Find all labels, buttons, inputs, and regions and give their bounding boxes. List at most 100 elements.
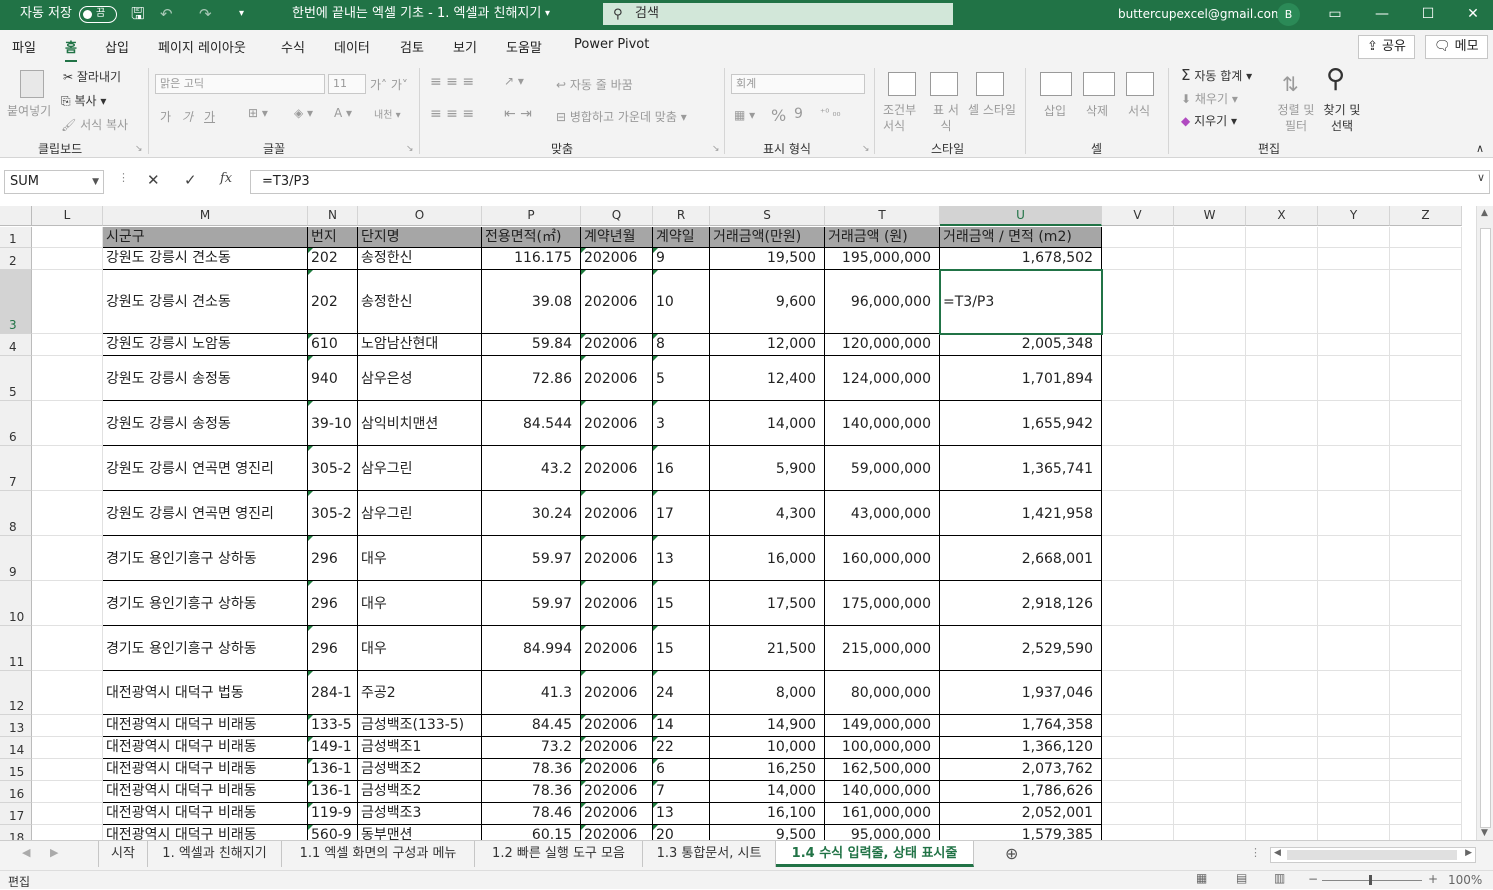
align-top-icon[interactable]: ≡ ≡ ≡ bbox=[430, 74, 474, 90]
row-header[interactable]: 15 bbox=[0, 759, 32, 781]
grid-cell[interactable] bbox=[1390, 356, 1462, 401]
grid-cell[interactable] bbox=[1318, 781, 1390, 803]
table-cell[interactable]: 17 bbox=[653, 491, 710, 536]
name-box-dropdown-icon[interactable]: ▼ bbox=[92, 171, 99, 193]
indent-icon[interactable]: ⇤ ⇥ bbox=[504, 106, 532, 122]
row-header[interactable]: 7 bbox=[0, 446, 32, 491]
table-header-cell[interactable]: 계약년월 bbox=[581, 227, 653, 248]
fill-color-icon[interactable]: ◈ ▾ bbox=[294, 106, 313, 120]
grid-cell[interactable] bbox=[1246, 248, 1318, 270]
row-header[interactable]: 17 bbox=[0, 803, 32, 825]
grid-cell[interactable] bbox=[1318, 248, 1390, 270]
grid-cell[interactable] bbox=[1318, 626, 1390, 671]
format-cells-button[interactable]: 서식 bbox=[1128, 102, 1150, 119]
row-header[interactable]: 18 bbox=[0, 825, 32, 840]
table-cell[interactable]: 금성백조3 bbox=[358, 803, 482, 825]
name-box[interactable]: SUM ▼ bbox=[4, 170, 104, 194]
table-cell[interactable]: 149-1 bbox=[308, 737, 358, 759]
table-cell[interactable]: 39.08 bbox=[482, 270, 581, 334]
row-header[interactable]: 5 bbox=[0, 356, 32, 401]
grid-cell[interactable] bbox=[1318, 334, 1390, 356]
table-cell[interactable]: 대전광역시 대덕구 법동 bbox=[103, 671, 308, 715]
grid-cell[interactable] bbox=[1174, 781, 1246, 803]
table-cell[interactable]: 43.2 bbox=[482, 446, 581, 491]
table-cell[interactable]: 9 bbox=[653, 248, 710, 270]
zoom-in-icon[interactable]: + bbox=[1428, 872, 1438, 886]
sheet-tab-1-4[interactable]: 1.4 수식 입력줄, 상태 표시줄 bbox=[776, 841, 974, 867]
menu-page-layout[interactable]: 페이지 레이아웃 bbox=[158, 37, 246, 56]
grid-cell[interactable] bbox=[1318, 825, 1390, 840]
column-header-m[interactable]: M bbox=[103, 206, 308, 226]
paste-icon[interactable] bbox=[20, 70, 44, 98]
table-cell[interactable]: 202006 bbox=[581, 248, 653, 270]
font-color-icon[interactable]: A ▾ bbox=[334, 106, 352, 120]
number-format-box[interactable]: 회계 bbox=[731, 74, 865, 94]
grid-cell[interactable] bbox=[1102, 270, 1174, 334]
find-select-button[interactable]: 찾기 및 선택 bbox=[1320, 102, 1364, 134]
table-cell[interactable]: 84.544 bbox=[482, 401, 581, 446]
grid-cell[interactable] bbox=[1390, 248, 1462, 270]
font-size-box[interactable]: 11 bbox=[328, 74, 366, 94]
grid-cell[interactable] bbox=[32, 759, 103, 781]
table-cell[interactable]: 노암남산현대 bbox=[358, 334, 482, 356]
grid-cell[interactable] bbox=[32, 227, 103, 248]
row-header[interactable]: 4 bbox=[0, 334, 32, 356]
row-header[interactable]: 9 bbox=[0, 536, 32, 581]
table-cell[interactable]: 대전광역시 대덕구 비래동 bbox=[103, 759, 308, 781]
table-cell[interactable]: 140,000,000 bbox=[825, 401, 940, 446]
table-cell[interactable]: 9,500 bbox=[710, 825, 825, 840]
grid-cell[interactable] bbox=[1318, 715, 1390, 737]
table-cell[interactable]: 14,000 bbox=[710, 401, 825, 446]
menu-insert[interactable]: 삽입 bbox=[105, 37, 129, 56]
menu-help[interactable]: 도움말 bbox=[506, 37, 542, 56]
table-cell[interactable]: 202006 bbox=[581, 491, 653, 536]
table-cell[interactable]: 284-1 bbox=[308, 671, 358, 715]
menu-view[interactable]: 보기 bbox=[453, 37, 477, 56]
grid-cell[interactable] bbox=[32, 401, 103, 446]
grid-cell[interactable] bbox=[1174, 581, 1246, 626]
grid-cell[interactable] bbox=[32, 626, 103, 671]
grid-cell[interactable] bbox=[32, 737, 103, 759]
undo-icon[interactable]: ↶ bbox=[160, 0, 173, 30]
table-cell[interactable]: 73.2 bbox=[482, 737, 581, 759]
font-launcher-icon[interactable]: ↘ bbox=[406, 144, 414, 154]
grid-cell[interactable] bbox=[1174, 715, 1246, 737]
grid-cell[interactable] bbox=[1246, 759, 1318, 781]
column-header-r[interactable]: R bbox=[653, 206, 710, 226]
sheet-tab-1-1[interactable]: 1.1 엑셀 화면의 구성과 메뉴 bbox=[282, 841, 475, 867]
table-format-icon[interactable] bbox=[930, 72, 958, 96]
grid-cell[interactable] bbox=[1102, 581, 1174, 626]
zoom-out-icon[interactable]: − bbox=[1308, 872, 1318, 886]
table-cell[interactable]: 대전광역시 대덕구 비래동 bbox=[103, 737, 308, 759]
grid-cell[interactable] bbox=[1102, 759, 1174, 781]
grid-cell[interactable] bbox=[32, 248, 103, 270]
table-cell[interactable]: 2,529,590 bbox=[940, 626, 1102, 671]
table-cell[interactable]: 1,655,942 bbox=[940, 401, 1102, 446]
paste-button[interactable]: 붙여넣기 bbox=[7, 102, 51, 119]
table-cell[interactable]: 202006 bbox=[581, 536, 653, 581]
collapse-ribbon-icon[interactable]: ∧ bbox=[1476, 142, 1484, 155]
title-dropdown-icon[interactable]: ▾ bbox=[545, 0, 550, 30]
table-cell[interactable]: 72.86 bbox=[482, 356, 581, 401]
zoom-slider[interactable] bbox=[1322, 880, 1422, 881]
table-cell[interactable]: 12,000 bbox=[710, 334, 825, 356]
grid-cell[interactable] bbox=[1318, 270, 1390, 334]
grid-cell[interactable] bbox=[1318, 671, 1390, 715]
table-cell[interactable]: 1,786,626 bbox=[940, 781, 1102, 803]
table-cell[interactable]: 305-2 bbox=[308, 491, 358, 536]
grid-cell[interactable] bbox=[1174, 536, 1246, 581]
table-cell[interactable]: 202006 bbox=[581, 737, 653, 759]
grid-cell[interactable] bbox=[1246, 803, 1318, 825]
table-cell[interactable]: 강원도 강릉시 연곡면 영진리 bbox=[103, 491, 308, 536]
column-header-s[interactable]: S bbox=[710, 206, 825, 226]
grid-cell[interactable] bbox=[1246, 270, 1318, 334]
cell-style-button[interactable]: 셀 스타일 bbox=[968, 102, 1016, 118]
sort-filter-button[interactable]: 정렬 및 필터 bbox=[1274, 102, 1318, 134]
table-cell[interactable]: 120,000,000 bbox=[825, 334, 940, 356]
table-cell[interactable]: 1,579,385 bbox=[940, 825, 1102, 840]
grid-cell[interactable] bbox=[32, 356, 103, 401]
grid-cell[interactable] bbox=[1174, 446, 1246, 491]
table-cell[interactable]: 610 bbox=[308, 334, 358, 356]
table-cell[interactable]: 5 bbox=[653, 356, 710, 401]
table-cell[interactable]: 305-2 bbox=[308, 446, 358, 491]
